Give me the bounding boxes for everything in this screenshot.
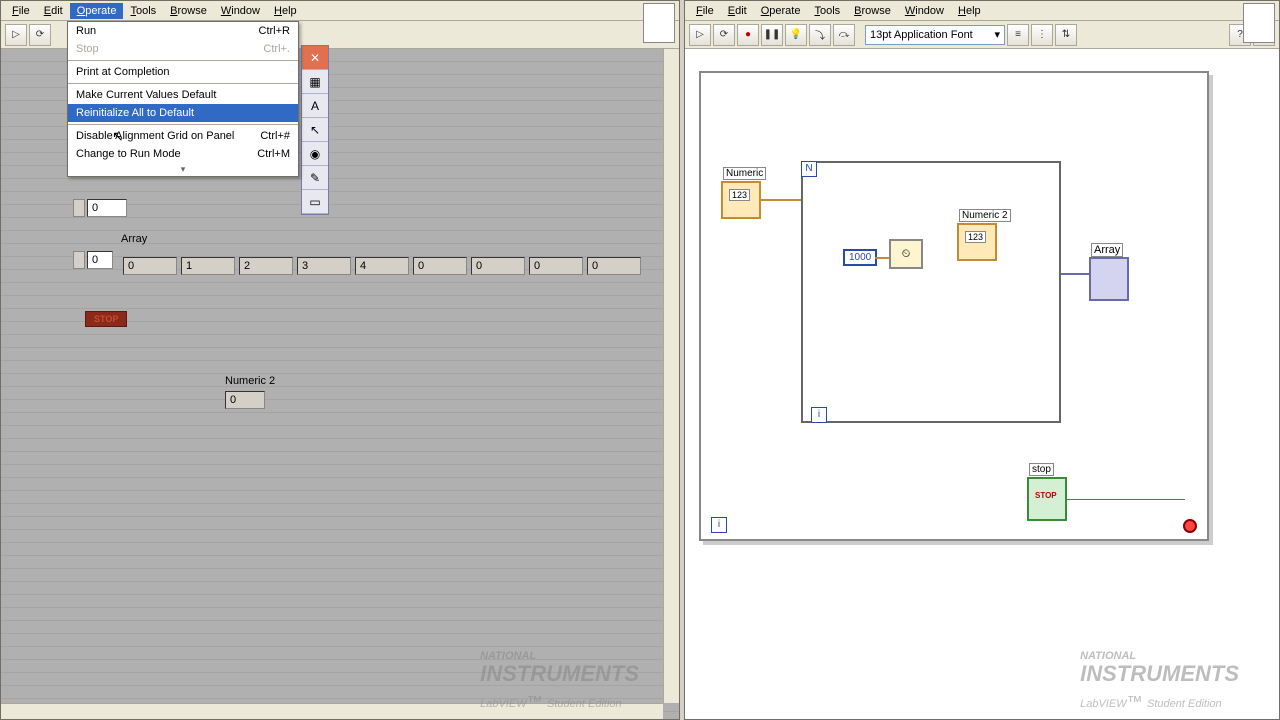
outer-loop-i-terminal[interactable]: i [711, 517, 727, 533]
wire [1067, 499, 1185, 500]
scrollbar-vertical[interactable] [663, 49, 679, 703]
menu-item-make-default[interactable]: Make Current Values Default [68, 86, 298, 104]
menu-item-disable-grid[interactable]: Disable Alignment Grid on PanelCtrl+# [68, 127, 298, 145]
menu-item-run[interactable]: RunCtrl+R [68, 22, 298, 40]
array-cell-8[interactable]: 0 [587, 257, 641, 275]
numeric-terminal[interactable]: Numeric 123 [721, 181, 761, 219]
run-continuous-button[interactable]: ⟳ [29, 24, 51, 46]
array-cell-0[interactable]: 0 [123, 257, 177, 275]
close-icon[interactable]: ✕ [302, 46, 328, 70]
menu-help-r[interactable]: Help [951, 3, 988, 19]
menu-tools-r[interactable]: Tools [807, 3, 847, 19]
align-button[interactable]: ≡ [1007, 24, 1029, 46]
menu-item-stop: StopCtrl+. [68, 40, 298, 58]
highlight-exec-button[interactable]: 💡 [785, 24, 807, 46]
abort-button[interactable]: ● [737, 24, 759, 46]
array-terminal-label: Array [1091, 243, 1123, 257]
run-continuous-r[interactable]: ⟳ [713, 24, 735, 46]
array-cell-2[interactable]: 2 [239, 257, 293, 275]
array-index[interactable]: 0 [87, 251, 113, 269]
step-into-button[interactable]: ⤵ [809, 24, 831, 46]
menu-file-r[interactable]: File [689, 3, 721, 19]
loop-n-terminal[interactable]: N [801, 161, 817, 177]
menu-browse-r[interactable]: Browse [847, 3, 898, 19]
menu-edit[interactable]: Edit [37, 3, 70, 19]
text-tool-icon[interactable]: A [302, 94, 328, 118]
array-cell-6[interactable]: 0 [471, 257, 525, 275]
block-diagram-window: File Edit Operate Tools Browse Window He… [684, 0, 1280, 720]
constant-1000[interactable]: 1000 [843, 249, 877, 266]
stop-button[interactable]: STOP [85, 311, 127, 327]
menu-item-run-mode[interactable]: Change to Run ModeCtrl+M [68, 145, 298, 163]
stop-terminal-label: stop [1029, 463, 1054, 476]
color-tool-icon[interactable]: ✎ [302, 166, 328, 190]
wire [875, 257, 889, 259]
operate-menu: RunCtrl+R StopCtrl+. Print at Completion… [67, 21, 299, 177]
numeric-terminal-label: Numeric [723, 167, 766, 180]
step-over-button[interactable]: ⤼ [833, 24, 855, 46]
scrollbar-horizontal[interactable] [1, 703, 663, 719]
array-label: Array [121, 233, 147, 245]
tools-palette[interactable]: ✕ ▦ A ↖ ◉ ✎ ▭ [301, 45, 329, 215]
front-panel-window: File Edit Operate Tools Browse Window He… [0, 0, 680, 720]
for-loop[interactable]: N i 1000 ⏲ Numeric 2 123 [801, 161, 1061, 423]
array-index-spinner[interactable] [73, 251, 85, 269]
menubar-right: File Edit Operate Tools Browse Window He… [685, 1, 1279, 21]
paint-tool-icon[interactable]: ▭ [302, 190, 328, 214]
menu-edit-r[interactable]: Edit [721, 3, 754, 19]
numeric-control[interactable]: 0 [87, 199, 127, 217]
reorder-button[interactable]: ⇅ [1055, 24, 1077, 46]
font-selector[interactable]: 13pt Application Font▾ [865, 25, 1005, 45]
menu-item-reinit-default[interactable]: Reinitialize All to Default [68, 104, 298, 122]
wire [761, 199, 801, 201]
array-cell-1[interactable]: 1 [181, 257, 235, 275]
array-cell-4[interactable]: 4 [355, 257, 409, 275]
numeric2-label: Numeric 2 [225, 375, 275, 387]
loop-i-terminal[interactable]: i [811, 407, 827, 423]
distribute-button[interactable]: ⋮ [1031, 24, 1053, 46]
menubar-left: File Edit Operate Tools Browse Window He… [1, 1, 679, 21]
numeric2-terminal-value: 123 [965, 231, 986, 243]
menu-file[interactable]: File [5, 3, 37, 19]
array-terminal[interactable]: Array [1089, 257, 1129, 301]
menu-operate[interactable]: Operate [70, 3, 124, 19]
menu-window[interactable]: Window [214, 3, 267, 19]
numeric2-indicator: 0 [225, 391, 265, 409]
menu-tools[interactable]: Tools [123, 3, 163, 19]
run-button[interactable]: ▷ [5, 24, 27, 46]
wire [1061, 273, 1089, 275]
menu-more-icon: ▾ [68, 163, 298, 176]
menu-browse[interactable]: Browse [163, 3, 214, 19]
numeric2-terminal-label: Numeric 2 [959, 209, 1011, 222]
auto-tool-icon[interactable]: ▦ [302, 70, 328, 94]
loop-condition-terminal[interactable] [1183, 519, 1197, 533]
stop-terminal[interactable]: stop STOP [1027, 477, 1067, 521]
block-diagram-canvas[interactable]: Numeric 123 N i 1000 ⏲ Numeric 2 123 Arr… [685, 49, 1279, 719]
watermark-r: NATIONAL INSTRUMENTS LabVIEW™ Student Ed… [1080, 637, 1239, 711]
menu-window-r[interactable]: Window [898, 3, 951, 19]
run-button-r[interactable]: ▷ [689, 24, 711, 46]
menu-item-print-completion[interactable]: Print at Completion [68, 63, 298, 81]
array-cell-7[interactable]: 0 [529, 257, 583, 275]
position-tool-icon[interactable]: ↖ [302, 118, 328, 142]
probe-tool-icon[interactable]: ◉ [302, 142, 328, 166]
numeric2-terminal[interactable]: Numeric 2 123 [957, 223, 997, 261]
numeric-terminal-value: 123 [729, 189, 750, 201]
vi-icon[interactable] [643, 3, 675, 43]
stop-terminal-button: STOP [1035, 491, 1057, 500]
toolbar-right: ▷ ⟳ ● ❚❚ 💡 ⤵ ⤼ 13pt Application Font▾ ≡ … [685, 21, 1279, 49]
menu-operate-r[interactable]: Operate [754, 3, 808, 19]
array-cell-3[interactable]: 3 [297, 257, 351, 275]
array-cell-5[interactable]: 0 [413, 257, 467, 275]
numeric-spinner[interactable] [73, 199, 85, 217]
pause-button[interactable]: ❚❚ [761, 24, 783, 46]
vi-icon-r[interactable] [1243, 3, 1275, 43]
watermark: NATIONAL INSTRUMENTS LabVIEW™ Student Ed… [480, 637, 639, 711]
menu-help[interactable]: Help [267, 3, 304, 19]
while-loop-outer[interactable]: Numeric 123 N i 1000 ⏲ Numeric 2 123 Arr… [699, 71, 1209, 541]
wait-ms-node[interactable]: ⏲ [889, 239, 923, 269]
